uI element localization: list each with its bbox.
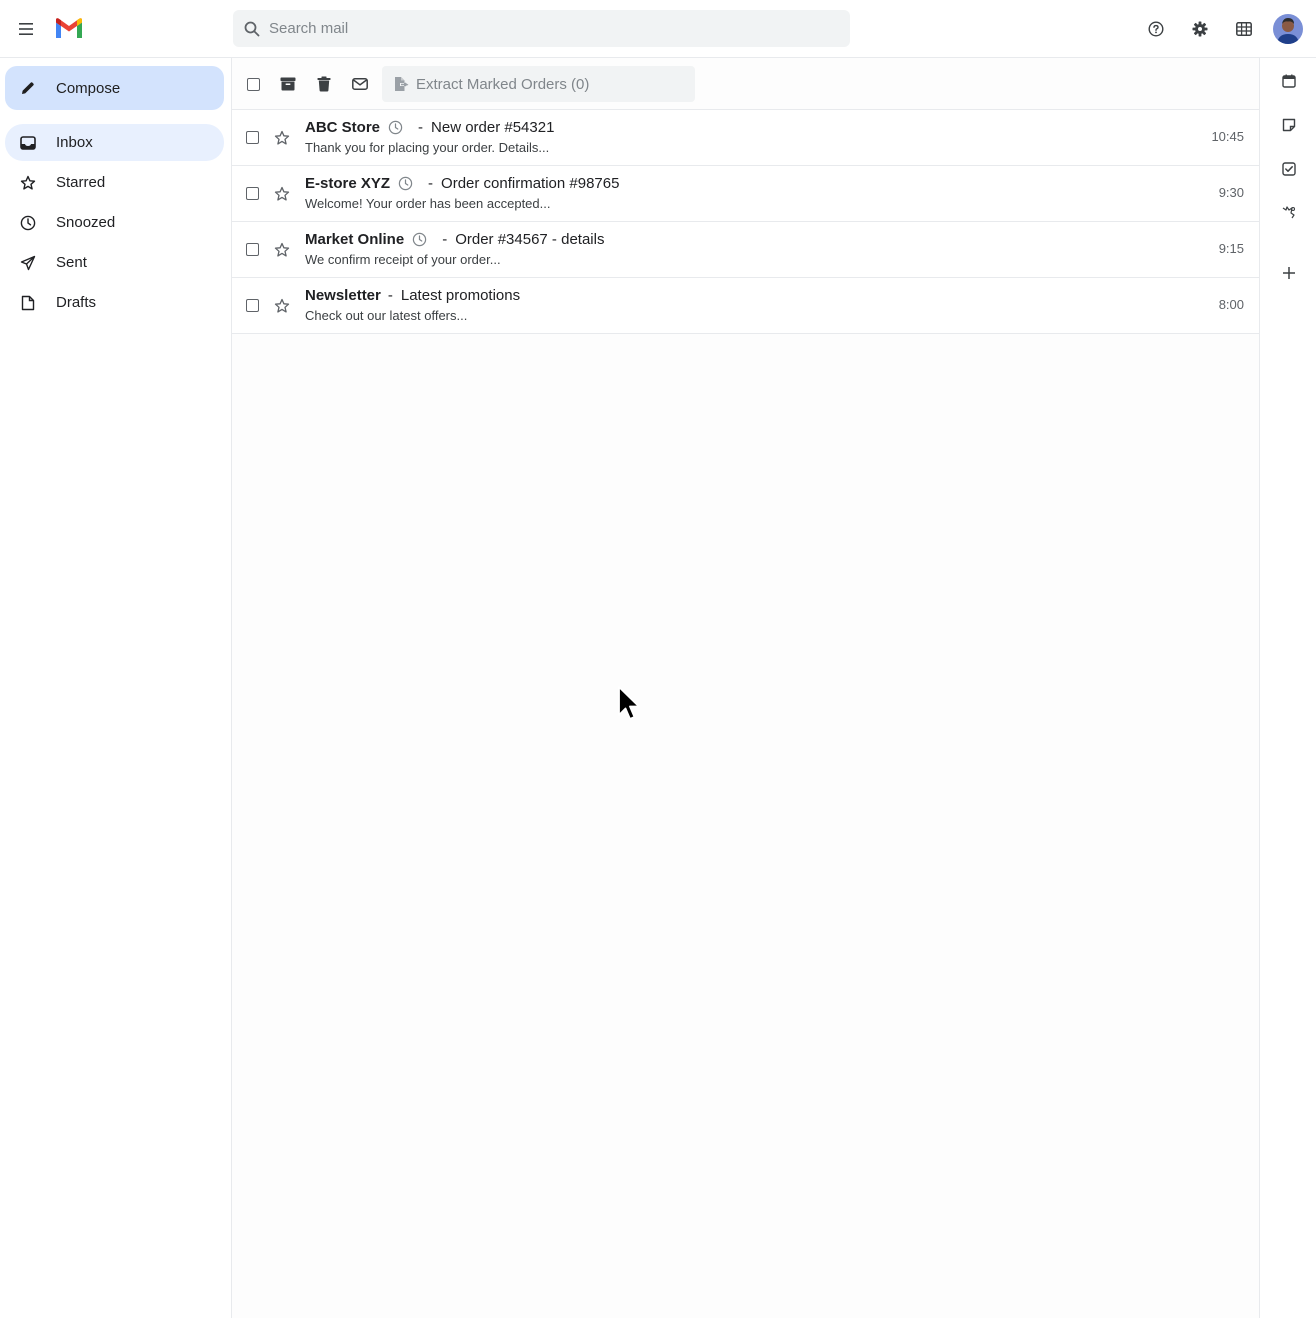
email-subject: Order confirmation #98765 (441, 175, 620, 192)
star-icon[interactable] (272, 128, 292, 148)
help-icon[interactable] (1144, 17, 1168, 41)
keep-notes-icon[interactable] (1278, 114, 1300, 136)
mail-toolbar: Extract Marked Orders (0) (232, 58, 1259, 110)
star-icon[interactable] (272, 296, 292, 316)
account-avatar[interactable] (1273, 14, 1303, 44)
menu-icon[interactable] (14, 17, 38, 41)
separator: - (442, 231, 448, 248)
compose-label: Compose (56, 79, 121, 97)
mark-unread-envelope-icon[interactable] (348, 72, 372, 96)
email-subject: New order #54321 (431, 119, 555, 136)
extract-marked-orders-button[interactable]: Extract Marked Orders (0) (382, 66, 695, 102)
extract-label: Extract Marked Orders (0) (416, 75, 590, 93)
nav-list: Inbox Starred Snoozed Sent Drafts (5, 124, 224, 324)
separator: - (387, 287, 393, 304)
inbox-icon (5, 135, 49, 150)
main-panel: Extract Marked Orders (0) ABC Store - Ne… (232, 58, 1259, 1318)
sidebar-item-label: Sent (56, 254, 87, 271)
clock-icon (5, 215, 49, 231)
email-time: 9:30 (1218, 185, 1244, 200)
sidebar-item-sent[interactable]: Sent (5, 244, 224, 281)
tasks-icon[interactable] (1278, 158, 1300, 180)
email-sender: Newsletter (305, 287, 381, 304)
row-checkbox[interactable] (246, 299, 259, 312)
sidebar-item-label: Drafts (56, 294, 97, 311)
mouse-cursor-icon (617, 686, 641, 722)
top-bar (0, 0, 1316, 58)
email-snippet: We confirm receipt of your order... (305, 252, 501, 267)
email-row[interactable]: Newsletter - Latest promotions Check out… (232, 278, 1259, 334)
email-sender: Market Online (305, 231, 405, 248)
archive-icon[interactable] (276, 72, 300, 96)
contacts-icon[interactable] (1278, 202, 1300, 224)
separator: - (418, 119, 424, 136)
file-export-icon (382, 76, 416, 92)
snooze-clock-icon (398, 176, 413, 191)
row-checkbox[interactable] (246, 187, 259, 200)
email-snippet: Check out our latest offers... (305, 308, 468, 323)
sidebar-item-label: Inbox (56, 134, 93, 151)
snooze-clock-icon (412, 232, 427, 247)
left-sidebar: Compose Inbox Starred Snoozed Sent Draft… (0, 58, 232, 1318)
sidebar-item-drafts[interactable]: Drafts (5, 284, 224, 321)
settings-gear-icon[interactable] (1188, 17, 1212, 41)
side-panel (1259, 58, 1316, 1318)
sidebar-item-inbox[interactable]: Inbox (5, 124, 224, 161)
email-snippet: Thank you for placing your order. Detail… (305, 140, 550, 155)
apps-grid-icon[interactable] (1232, 17, 1256, 41)
search-input[interactable] (269, 13, 829, 44)
snooze-clock-icon (388, 120, 403, 135)
sidebar-item-label: Starred (56, 174, 106, 191)
email-subject: Order #34567 - details (455, 231, 605, 248)
sidebar-item-snoozed[interactable]: Snoozed (5, 204, 224, 241)
select-all-checkbox[interactable] (241, 72, 265, 96)
star-icon[interactable] (272, 184, 292, 204)
email-row[interactable]: E-store XYZ - Order confirmation #98765 … (232, 166, 1259, 222)
compose-button[interactable]: Compose (5, 66, 224, 110)
calendar-icon[interactable] (1278, 70, 1300, 92)
gmail-logo[interactable] (54, 16, 84, 40)
separator: - (428, 175, 434, 192)
email-list: ABC Store - New order #54321 Thank you f… (232, 110, 1259, 334)
row-checkbox[interactable] (246, 131, 259, 144)
sidebar-item-starred[interactable]: Starred (5, 164, 224, 201)
trash-icon[interactable] (312, 72, 336, 96)
star-icon (5, 175, 49, 191)
send-icon (5, 255, 49, 271)
draft-icon (5, 295, 49, 311)
star-icon[interactable] (272, 240, 292, 260)
email-row[interactable]: ABC Store - New order #54321 Thank you f… (232, 110, 1259, 166)
email-row[interactable]: Market Online - Order #34567 - details W… (232, 222, 1259, 278)
pencil-icon (5, 80, 49, 96)
email-time: 9:15 (1218, 241, 1244, 256)
search-bar[interactable] (233, 10, 850, 47)
email-sender: ABC Store (305, 119, 381, 136)
email-time: 10:45 (1211, 129, 1244, 144)
email-sender: E-store XYZ (305, 175, 391, 192)
row-checkbox[interactable] (246, 243, 259, 256)
sidebar-item-label: Snoozed (56, 214, 116, 231)
email-time: 8:00 (1218, 297, 1244, 312)
email-snippet: Welcome! Your order has been accepted... (305, 196, 551, 211)
search-icon[interactable] (233, 10, 269, 47)
add-addon-plus-icon[interactable] (1278, 262, 1300, 284)
email-subject: Latest promotions (400, 287, 521, 304)
